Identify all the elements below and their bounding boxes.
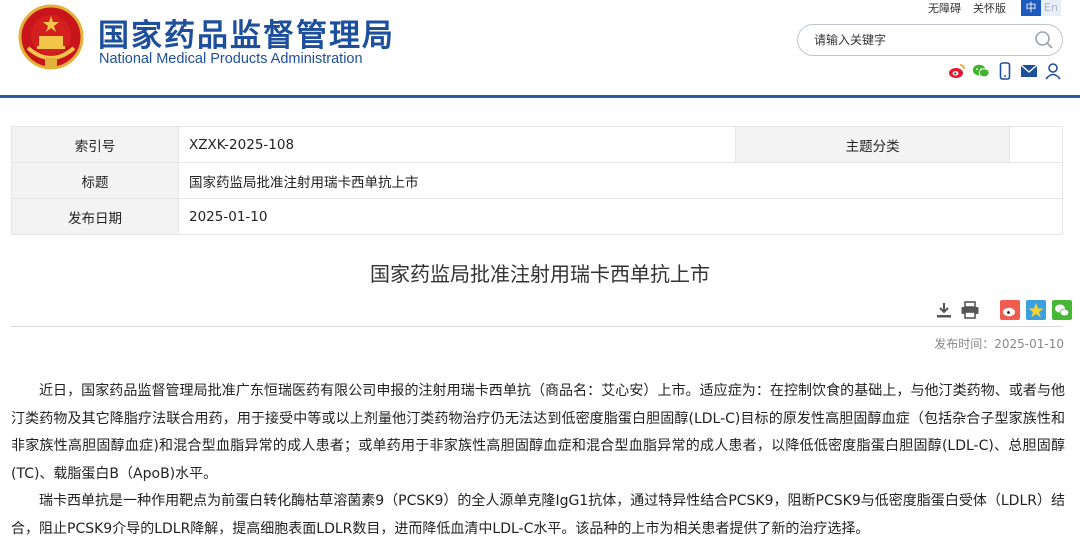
info-table: 索引号 XZXK-2025-108 主题分类 标题 国家药监局批准注射用瑞卡西单… [11, 126, 1063, 235]
table-row: 索引号 XZXK-2025-108 主题分类 [11, 126, 1063, 163]
site-title-cn[interactable]: 国家药品监督管理局 [98, 10, 395, 55]
search-box [797, 24, 1063, 56]
index-value: XZXK-2025-108 [177, 126, 737, 163]
mail-icon[interactable] [1020, 62, 1038, 80]
header-divider [0, 95, 1080, 98]
language-switch: 中 En [1021, 0, 1061, 16]
top-links: 无障碍 关怀版 [928, 0, 1018, 16]
paragraph: 近日，国家药品监督管理局批准广东恒瑞医药有限公司申报的注射用瑞卡西单抗（商品名：… [11, 383, 1065, 482]
index-label: 索引号 [11, 126, 179, 163]
weibo-icon[interactable] [948, 62, 966, 80]
date-label: 发布日期 [11, 198, 179, 235]
share-qzone-icon[interactable] [1026, 300, 1046, 320]
mobile-icon[interactable] [996, 62, 1014, 80]
share-weibo-icon[interactable] [1000, 300, 1020, 320]
accessibility-link[interactable]: 无障碍 [928, 2, 961, 15]
search-input[interactable] [814, 31, 1024, 49]
print-icon[interactable] [960, 300, 980, 320]
search-icon[interactable] [1034, 30, 1054, 50]
date-value: 2025-01-10 [178, 198, 1063, 235]
table-row: 标题 国家药监局批准注射用瑞卡西单抗上市 [11, 162, 1063, 199]
article-divider [11, 326, 1063, 327]
share-wechat-icon[interactable] [1052, 300, 1072, 320]
article-tools [934, 300, 1072, 320]
national-emblem-logo[interactable] [18, 4, 84, 70]
download-icon[interactable] [934, 300, 954, 320]
wechat-icon[interactable] [972, 62, 990, 80]
elderly-mode-link[interactable]: 关怀版 [973, 2, 1006, 15]
social-links [948, 62, 1062, 80]
category-value [1009, 126, 1063, 163]
table-row: 发布日期 2025-01-10 [11, 198, 1063, 235]
site-header: 国家药品监督管理局 National Medical Products Admi… [0, 0, 1080, 96]
article-body: 近日，国家药品监督管理局批准广东恒瑞医药有限公司申报的注射用瑞卡西单抗（商品名：… [11, 378, 1065, 543]
title-value: 国家药监局批准注射用瑞卡西单抗上市 [178, 162, 1063, 199]
title-label: 标题 [11, 162, 179, 199]
paragraph: 瑞卡西单抗是一种作用靶点为前蛋白转化酶枯草溶菌素9（PCSK9）的全人源单克隆I… [11, 493, 1065, 537]
site-title-en[interactable]: National Medical Products Administration [99, 51, 363, 67]
user-icon[interactable] [1044, 62, 1062, 80]
publish-date: 发布时间：2025-01-10 [934, 337, 1064, 351]
article-title: 国家药监局批准注射用瑞卡西单抗上市 [370, 262, 710, 286]
lang-en-button[interactable]: En [1041, 0, 1061, 16]
lang-zh-button[interactable]: 中 [1021, 0, 1041, 16]
category-label: 主题分类 [735, 126, 1011, 163]
